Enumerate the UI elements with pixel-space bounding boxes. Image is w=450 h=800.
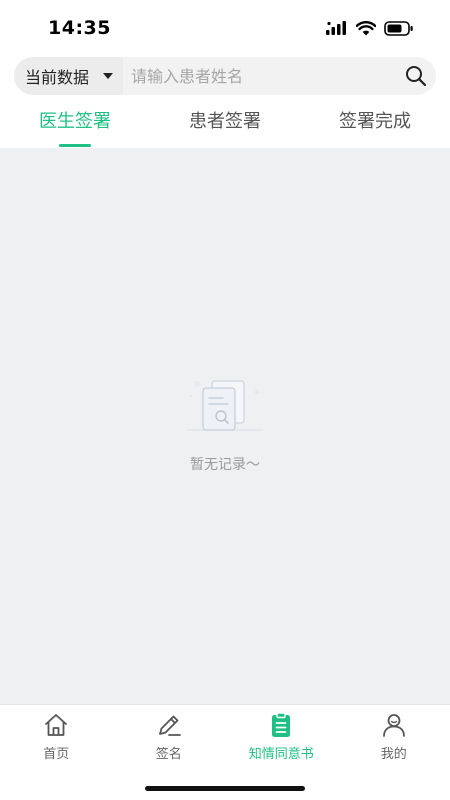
home-indicator: [145, 786, 305, 791]
nav-item-profile[interactable]: 我的: [338, 705, 450, 767]
tab-label: 签署完成: [339, 111, 411, 132]
nav-label: 我的: [380, 747, 407, 762]
content-area: 暂无记录～: [0, 148, 450, 704]
nav-item-consent-form[interactable]: 知情同意书: [225, 705, 338, 767]
empty-state: 暂无记录～: [0, 378, 450, 474]
status-time: 14:35: [48, 17, 111, 39]
tab-label: 医生签署: [39, 111, 111, 132]
pen-icon: [155, 711, 183, 739]
nav-item-home[interactable]: 首页: [0, 705, 113, 767]
nav-label: 知情同意书: [248, 747, 314, 762]
data-filter-dropdown[interactable]: 当前数据: [14, 57, 124, 95]
search-input[interactable]: [123, 57, 396, 95]
status-icons: [326, 20, 414, 36]
search-button[interactable]: [396, 57, 436, 95]
battery-icon: [384, 20, 413, 36]
tab-doctor-signing[interactable]: 医生签署: [0, 98, 150, 148]
search-bar: 当前数据: [14, 57, 436, 95]
signal-icon: [326, 21, 346, 35]
bottom-nav: 首页 签名 知情同意书 我的: [0, 704, 450, 800]
empty-document-icon: [187, 380, 263, 431]
tab-patient-signing[interactable]: 患者签署: [150, 98, 300, 148]
nav-label: 签名: [155, 747, 182, 762]
clipboard-icon: [267, 711, 295, 739]
tab-signing-complete[interactable]: 签署完成: [300, 98, 450, 148]
tab-label: 患者签署: [189, 111, 261, 132]
user-icon: [380, 711, 408, 739]
status-bar: 14:35: [0, 0, 450, 56]
search-icon: [406, 66, 427, 87]
nav-item-signature[interactable]: 签名: [113, 705, 226, 767]
home-icon: [42, 711, 70, 739]
caret-down-icon: [103, 73, 114, 79]
nav-label: 首页: [43, 747, 70, 762]
empty-state-text: 暂无记录～: [190, 457, 260, 473]
wifi-icon: [356, 20, 376, 35]
tab-bar: 医生签署 患者签署 签署完成: [0, 98, 450, 148]
active-tab-indicator: [59, 144, 91, 147]
data-filter-label: 当前数据: [25, 68, 90, 87]
